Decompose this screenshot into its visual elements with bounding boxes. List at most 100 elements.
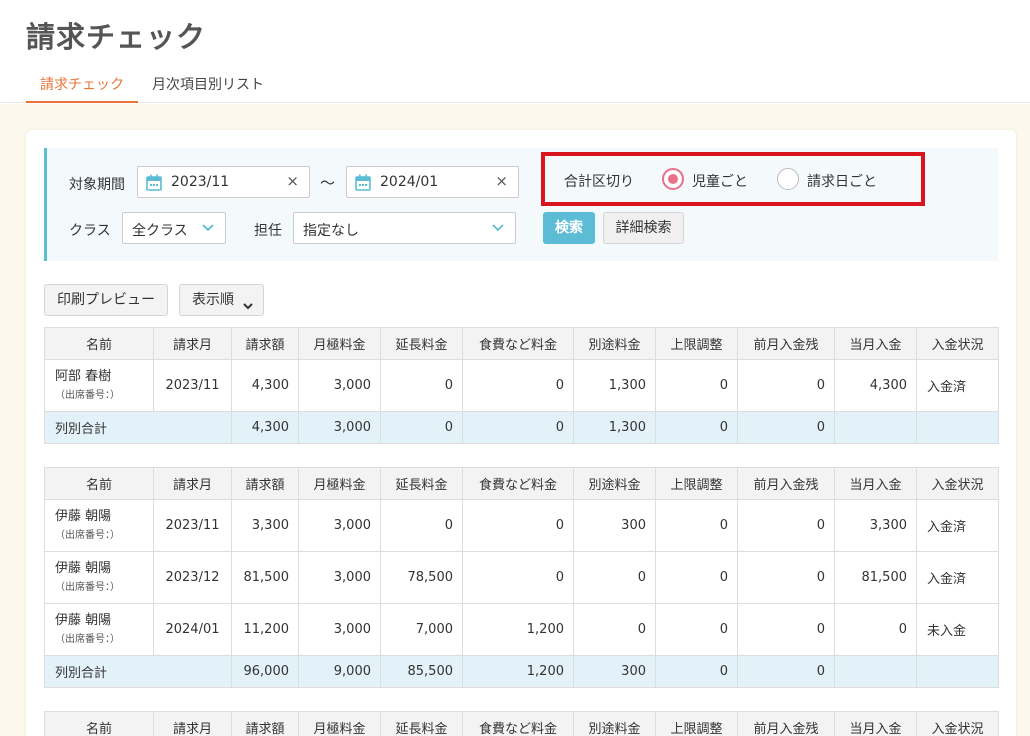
total-cap: 0: [655, 411, 738, 444]
column-header: 月極料金: [298, 327, 381, 360]
total-separate: 300: [573, 655, 656, 688]
payment-status: 未入金: [916, 603, 999, 656]
student-name: 阿部 春樹: [55, 368, 112, 384]
class-select-value: 全クラス: [132, 223, 188, 239]
column-header: 入金状況: [916, 327, 999, 360]
student-name: 伊藤 朝陽: [55, 612, 112, 628]
column-header: 食費など料金: [462, 467, 574, 500]
total-prev-balance: 0: [737, 411, 835, 444]
current-payment: 4,300: [834, 359, 917, 412]
sort-order-button[interactable]: 表示順: [179, 284, 264, 316]
payment-status: 入金済: [916, 551, 999, 604]
billing-month: 2024/01: [153, 603, 232, 656]
column-header: 上限調整: [655, 467, 738, 500]
date-from-field[interactable]: 2023/11 ×: [137, 166, 310, 198]
student-name: 伊藤 朝陽: [55, 560, 112, 576]
column-header: 前月入金残: [737, 327, 835, 360]
total-label: 列別合計: [44, 411, 232, 444]
current-payment: 0: [834, 603, 917, 656]
search-button[interactable]: 検索: [543, 212, 595, 244]
payment-status: 入金済: [916, 499, 999, 552]
monthly-fee: 3,000: [298, 499, 381, 552]
billing-month: 2023/12: [153, 551, 232, 604]
billing-amount: 3,300: [231, 499, 299, 552]
prev-balance: 0: [737, 551, 835, 604]
teacher-label: 担任: [254, 223, 282, 239]
print-preview-button[interactable]: 印刷プレビュー: [44, 284, 168, 316]
student-name-cell: 伊藤 朝陽 （出席番号：）: [44, 499, 154, 552]
column-header: 請求額: [231, 327, 299, 360]
page-header: 請求チェック 請求チェック 月次項目別リスト: [0, 0, 1030, 103]
billing-amount: 11,200: [231, 603, 299, 656]
date-to-field[interactable]: 2024/01 ×: [346, 166, 519, 198]
tab-monthly-item-list[interactable]: 月次項目別リスト: [138, 66, 278, 103]
table-header-row: 名前 請求月 請求額 月極料金 延長料金 食費など料金 別途料金 上限調整 前月…: [44, 467, 999, 500]
chevron-down-icon: [201, 222, 215, 238]
prev-balance: 0: [737, 499, 835, 552]
table-row: 伊藤 朝陽 （出席番号：） 2023/11 3,300 3,000 0 0 300…: [44, 499, 999, 552]
column-header: 請求額: [231, 467, 299, 500]
table-header-row: 名前 請求月 請求額 月極料金 延長料金 食費など料金 別途料金 上限調整 前月…: [44, 327, 999, 360]
teacher-select[interactable]: 指定なし: [293, 212, 516, 244]
column-header: 当月入金: [834, 467, 917, 500]
column-header: 延長料金: [380, 711, 463, 736]
total-current-payment: [834, 411, 917, 444]
column-header: 延長料金: [380, 327, 463, 360]
student-name: 伊藤 朝陽: [55, 508, 112, 524]
column-header: 請求月: [153, 711, 232, 736]
radio-per-billing-date-label[interactable]: 請求日ごと: [807, 171, 877, 191]
detail-search-button[interactable]: 詳細検索: [603, 212, 684, 244]
billing-amount: 4,300: [231, 359, 299, 412]
student-name-cell: 伊藤 朝陽 （出席番号：）: [44, 603, 154, 656]
billing-table-group-3: 名前 請求月 請求額 月極料金 延長料金 食費など料金 別途料金 上限調整 前月…: [44, 711, 999, 736]
attendance-number: （出席番号：）: [55, 529, 120, 541]
column-header: 入金状況: [916, 467, 999, 500]
column-header: 名前: [44, 327, 154, 360]
extension-fee: 78,500: [380, 551, 463, 604]
monthly-fee: 3,000: [298, 359, 381, 412]
radio-per-billing-date[interactable]: [777, 168, 799, 190]
tab-bar: 請求チェック 月次項目別リスト: [26, 66, 278, 103]
sum-mode-label: 合計区切り: [564, 174, 634, 190]
billing-month: 2023/11: [153, 499, 232, 552]
radio-per-child-label[interactable]: 児童ごと: [692, 171, 748, 191]
table-row: 伊藤 朝陽 （出席番号：） 2023/12 81,500 3,000 78,500…: [44, 551, 999, 604]
meal-fee: 0: [462, 499, 574, 552]
payment-status: 入金済: [916, 359, 999, 412]
period-label: 対象期間: [69, 177, 125, 193]
separate-fee: 0: [573, 551, 656, 604]
total-amount: 4,300: [231, 411, 299, 444]
separate-fee: 0: [573, 603, 656, 656]
column-header: 前月入金残: [737, 467, 835, 500]
radio-per-child[interactable]: [662, 168, 684, 190]
column-header: 延長料金: [380, 467, 463, 500]
extension-fee: 7,000: [380, 603, 463, 656]
date-to-value: 2024/01: [380, 174, 439, 190]
separate-fee: 300: [573, 499, 656, 552]
column-header: 別途料金: [573, 327, 656, 360]
class-select[interactable]: 全クラス: [122, 212, 226, 244]
column-header: 食費など料金: [462, 327, 574, 360]
total-prev-balance: 0: [737, 655, 835, 688]
table-row: 伊藤 朝陽 （出席番号：） 2024/01 11,200 3,000 7,000 …: [44, 603, 999, 656]
clear-icon[interactable]: ×: [286, 172, 299, 190]
meal-fee: 0: [462, 551, 574, 604]
meal-fee: 1,200: [462, 603, 574, 656]
chevron-down-icon: [242, 293, 254, 323]
total-status: [916, 411, 999, 444]
table-row: 阿部 春樹 （出席番号：） 2023/11 4,300 3,000 0 0 1,3…: [44, 359, 999, 412]
attendance-number: （出席番号：）: [55, 389, 120, 401]
column-header: 別途料金: [573, 711, 656, 736]
column-header: 請求月: [153, 327, 232, 360]
billing-table-group-2: 名前 請求月 請求額 月極料金 延長料金 食費など料金 別途料金 上限調整 前月…: [44, 467, 999, 688]
teacher-select-value: 指定なし: [303, 223, 359, 239]
clear-icon[interactable]: ×: [495, 172, 508, 190]
total-meal: 1,200: [462, 655, 574, 688]
class-label: クラス: [69, 223, 111, 239]
total-label: 列別合計: [44, 655, 232, 688]
column-header: 請求額: [231, 711, 299, 736]
current-payment: 81,500: [834, 551, 917, 604]
column-header: 前月入金残: [737, 711, 835, 736]
tab-billing-check[interactable]: 請求チェック: [26, 66, 138, 103]
total-separate: 1,300: [573, 411, 656, 444]
